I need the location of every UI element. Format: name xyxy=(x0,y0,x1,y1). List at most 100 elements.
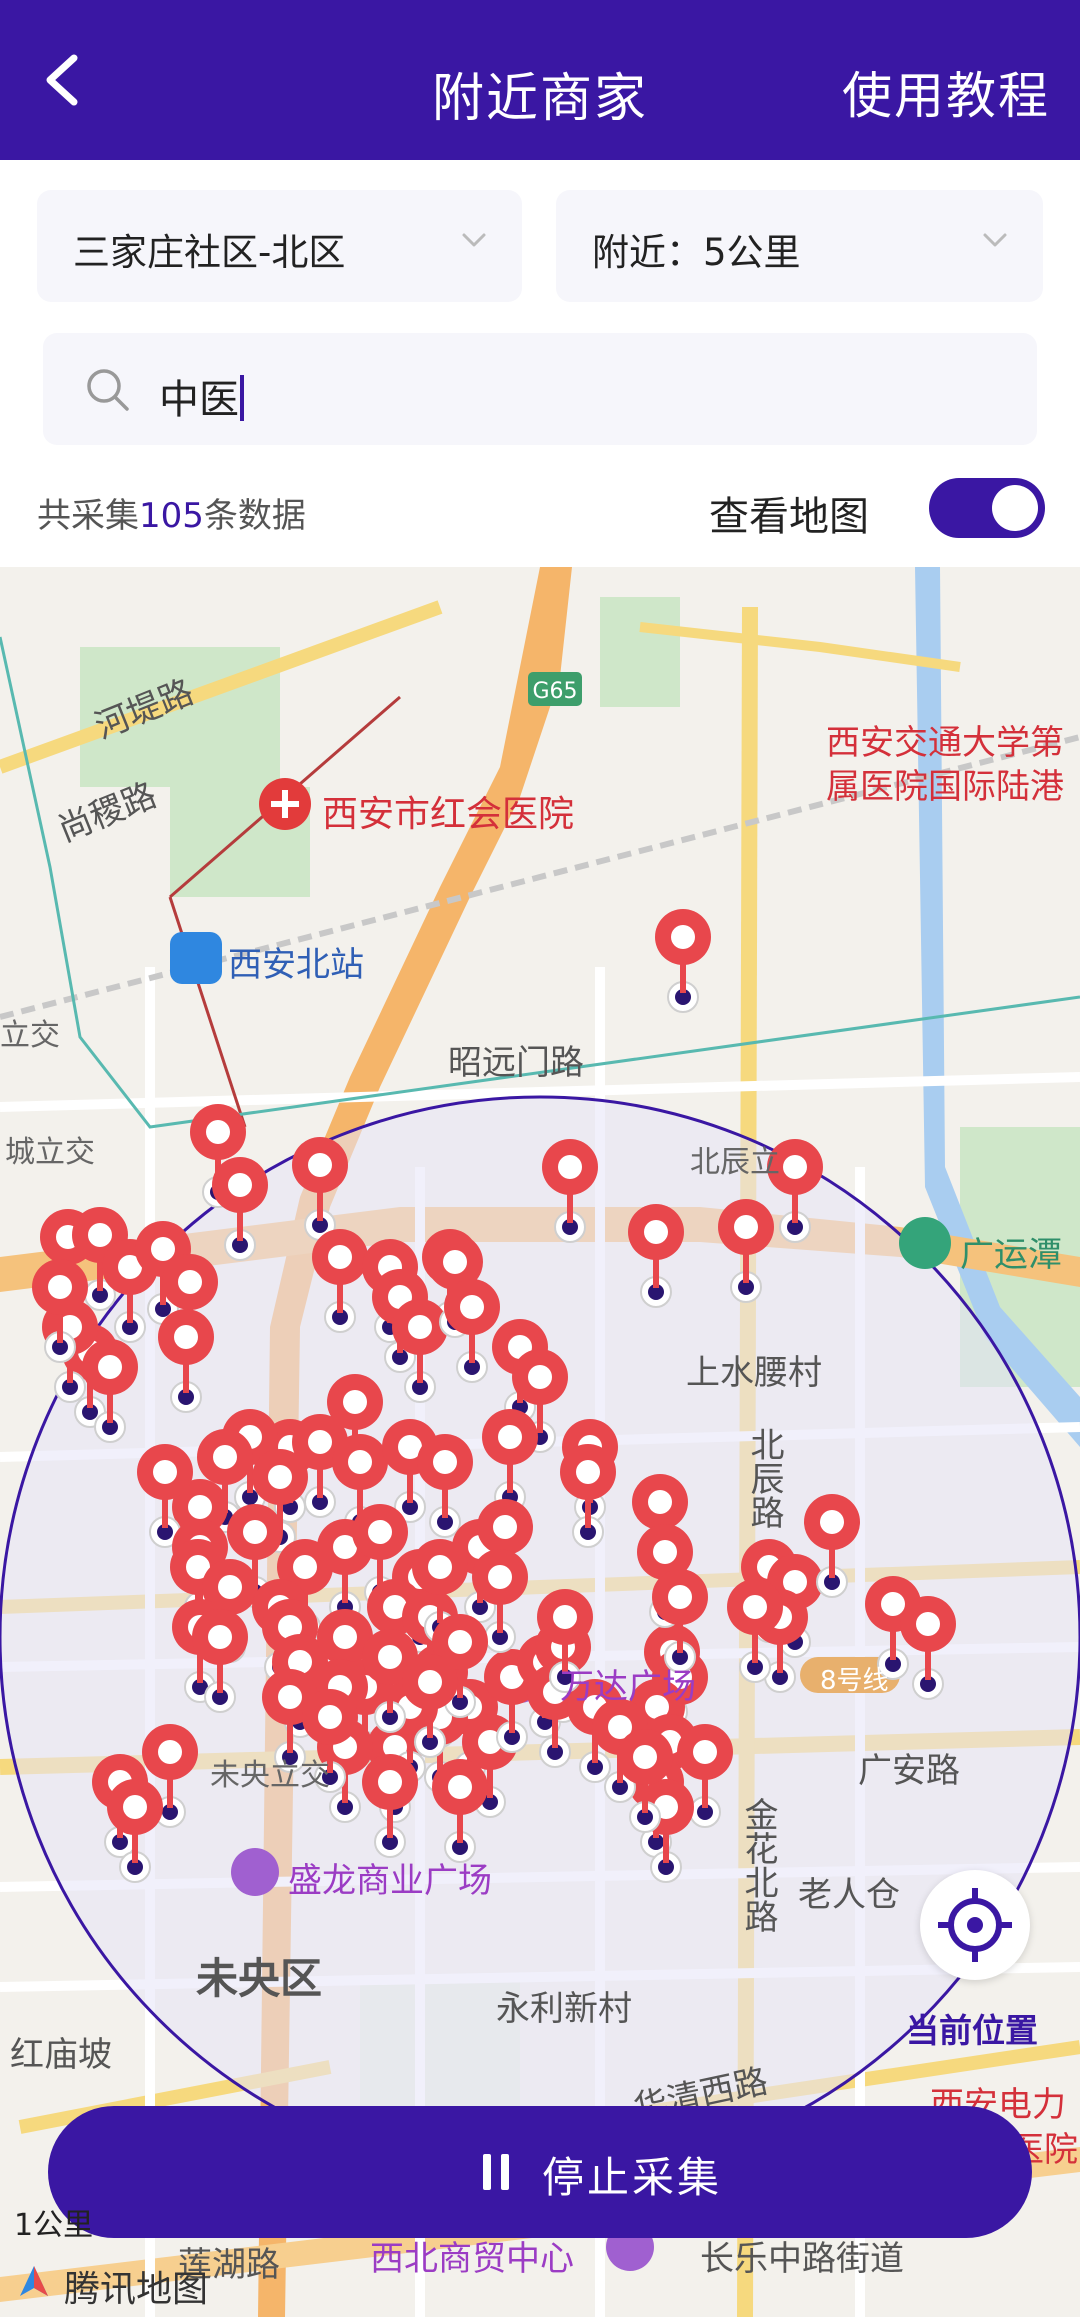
merchant-pin-center xyxy=(228,1173,252,1197)
merchant-pin-center xyxy=(433,1450,457,1474)
merchant-pin-center xyxy=(783,1155,807,1179)
merchant-pin-center xyxy=(88,1223,112,1247)
merchant-pin-center xyxy=(123,1795,147,1819)
merchant-pin[interactable] xyxy=(560,1444,616,1548)
merchant-pin-center xyxy=(553,1605,577,1629)
merchant-pin-center xyxy=(278,1685,302,1709)
map-label-honggupo: 红庙坡 xyxy=(10,2035,112,2075)
merchant-pin[interactable] xyxy=(718,1199,774,1303)
toggle-knob xyxy=(992,485,1038,531)
merchant-pin-center xyxy=(648,1490,672,1514)
merchant-pin[interactable] xyxy=(158,1309,214,1413)
stop-collect-button[interactable]: 停止采集 xyxy=(48,2106,1032,2238)
merchant-pin-center xyxy=(743,1595,767,1619)
merchant-pin-center xyxy=(243,1520,267,1544)
record-count-number: 105 xyxy=(139,496,204,536)
view-map-toggle[interactable] xyxy=(929,478,1045,538)
locate-button[interactable] xyxy=(920,1870,1030,1980)
merchant-pin-center xyxy=(460,1295,484,1319)
merchant-pin-center xyxy=(408,1315,432,1339)
merchant-pin-center xyxy=(218,1575,242,1599)
merchant-pin-center xyxy=(308,1430,332,1454)
merchant-pin-center xyxy=(318,1705,342,1729)
map-label-changle: 长乐中路街道 xyxy=(700,2239,904,2279)
merchant-pin-center xyxy=(268,1465,292,1489)
search-input[interactable]: 中医 xyxy=(43,333,1037,445)
app-header: 附近商家 使用教程 xyxy=(0,0,1080,160)
map-label-jinhua-north: 金花北路 xyxy=(738,1797,778,1933)
merchant-pin-center xyxy=(151,1237,175,1261)
merchant-pin-center xyxy=(493,1515,517,1539)
map-scale: 1公里 xyxy=(14,2208,94,2243)
merchant-pin-center xyxy=(293,1555,317,1579)
merchant-pin-center xyxy=(174,1325,198,1349)
map-label-northwest-mall: 西北商贸中心 xyxy=(370,2239,574,2279)
map-label-cheng-li-jiao: 城立交 xyxy=(5,1135,95,1170)
chevron-down-icon xyxy=(983,233,1007,247)
merchant-pin[interactable] xyxy=(292,1137,348,1241)
merchant-pin[interactable] xyxy=(482,1409,538,1513)
merchant-pin-center xyxy=(498,1425,522,1449)
merchant-pin-center xyxy=(213,1445,237,1469)
map-view[interactable]: G65 河堤路 尚稷路 西安市红会医院 西安北站 西安交通大学第 属医院国际陆港… xyxy=(0,567,1080,2317)
merchant-pin-center xyxy=(188,1495,212,1519)
merchant-pin-center xyxy=(558,1155,582,1179)
merchant-pin-center xyxy=(208,1625,232,1649)
merchant-pin[interactable] xyxy=(417,1434,473,1538)
merchant-pin-center xyxy=(734,1215,758,1239)
map-provider: 腾讯地图 xyxy=(64,2269,209,2310)
current-location-label: 当前位置 xyxy=(906,2011,1038,2050)
tutorial-link[interactable]: 使用教程 xyxy=(842,56,1050,128)
merchant-pin-center xyxy=(98,1355,122,1379)
map-label-li-jiao: 立交 xyxy=(0,1018,60,1053)
merchant-pin-center xyxy=(576,1460,600,1484)
merchant-pin-center xyxy=(348,1450,372,1474)
merchant-pin-center xyxy=(528,1365,552,1389)
merchant-pin-center xyxy=(448,1775,472,1799)
merchant-pin-center xyxy=(333,1625,357,1649)
merchant-pin-center xyxy=(443,1250,467,1274)
merchant-pin[interactable] xyxy=(312,1229,368,1333)
chevron-down-icon xyxy=(462,233,486,247)
map-label-beichen: 北辰立 xyxy=(690,1145,780,1180)
merchant-pin[interactable] xyxy=(542,1139,598,1243)
merchant-pin-center xyxy=(328,1245,352,1269)
merchant-pin-center xyxy=(153,1460,177,1484)
map-label-wanda: 万达广场 xyxy=(560,1667,696,1707)
merchant-pin[interactable] xyxy=(900,1596,956,1700)
merchant-pin-center xyxy=(178,1270,202,1294)
merchant-pin-center xyxy=(820,1510,844,1534)
merchant-pin-center xyxy=(158,1740,182,1764)
map-label-guangyuntan: 广运潭 xyxy=(960,1235,1062,1275)
community-select[interactable]: 三家庄社区-北区 xyxy=(37,190,522,302)
stop-collect-label: 停止采集 xyxy=(542,2153,723,2202)
map-label-xjtu-hospital-2: 属医院国际陆港 xyxy=(826,767,1064,807)
map-label-xjtu-hospital: 西安交通大学第 xyxy=(826,723,1064,763)
map-label-weiyang-lijiao: 未央立交 xyxy=(210,1758,330,1793)
merchant-pin-center xyxy=(693,1740,717,1764)
map-label-hospital: 西安市红会医院 xyxy=(322,794,575,835)
map-label-shenglong: 盛龙商业广场 xyxy=(288,1861,492,1901)
map-label-weiyang-district: 未央区 xyxy=(196,1954,323,2003)
merchant-pin-center xyxy=(488,1565,512,1589)
merchant-pin-center xyxy=(343,1390,367,1414)
radius-select[interactable]: 附近：5公里 xyxy=(556,190,1043,302)
merchant-pin[interactable] xyxy=(655,909,711,1013)
search-icon xyxy=(87,369,129,411)
merchant-pin-center xyxy=(881,1592,905,1616)
map-label-xian-north-station: 西安北站 xyxy=(228,945,364,985)
merchant-pin-center xyxy=(378,1645,402,1669)
merchant-pin-center xyxy=(644,1220,668,1244)
tencent-map-logo-icon xyxy=(20,2266,48,2296)
merchant-pin-center xyxy=(448,1630,472,1654)
record-count: 共采集105条数据 xyxy=(37,496,306,536)
merchant-pin-center xyxy=(206,1120,230,1144)
merchant-pin-center xyxy=(48,1275,72,1299)
merchant-pin-center xyxy=(633,1745,657,1769)
merchant-pin-center xyxy=(671,925,695,949)
search-value: 中医 xyxy=(159,367,244,425)
merchant-pin[interactable] xyxy=(628,1204,684,1308)
merchant-pin-center xyxy=(653,1540,677,1564)
map-label-zhaoyuanmen-road: 昭远门路 xyxy=(448,1043,584,1083)
merchant-pin[interactable] xyxy=(212,1157,268,1261)
